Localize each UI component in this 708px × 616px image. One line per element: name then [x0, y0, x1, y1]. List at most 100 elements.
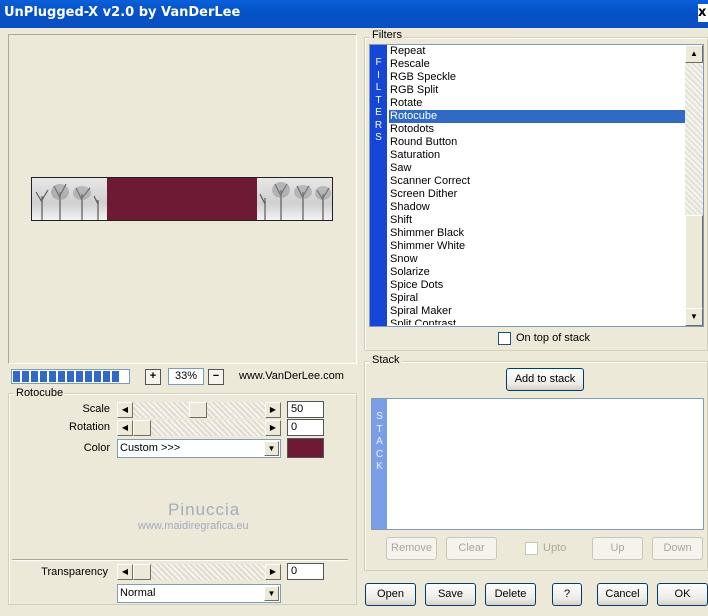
preview-panel	[8, 34, 357, 364]
chevron-down-icon[interactable]: ▼	[264, 441, 279, 456]
remove-button[interactable]: Remove	[386, 537, 437, 560]
filter-list-item[interactable]: Rotodots	[389, 123, 685, 136]
zoom-in-button[interactable]: +	[145, 369, 161, 385]
stack-list[interactable]	[371, 398, 704, 530]
filter-list-item[interactable]: Screen Dither	[389, 188, 685, 201]
progress-bar	[11, 369, 130, 384]
progress-block	[76, 371, 83, 382]
close-icon: x	[698, 5, 707, 20]
chevron-down-icon[interactable]: ▼	[264, 586, 279, 601]
filters-letter: R	[374, 119, 383, 131]
snow-trees-left	[32, 178, 108, 220]
on-top-label: On top of stack	[516, 332, 590, 344]
website-link[interactable]: www.VanDerLee.com	[239, 370, 344, 382]
ok-button[interactable]: OK	[657, 583, 708, 606]
rotation-value[interactable]: 0	[287, 419, 324, 436]
scale-label: Scale	[82, 403, 110, 415]
filters-letter: F	[375, 57, 382, 68]
filters-letter: I	[377, 69, 380, 81]
title-bar[interactable]: UnPlugged-X v2.0 by VanDerLee x	[0, 0, 708, 28]
on-top-checkbox[interactable]	[498, 332, 511, 345]
filter-list-item[interactable]: Round Button	[389, 136, 685, 149]
stack-letter: K	[376, 461, 383, 472]
filter-list[interactable]: Repeat Rescale RGB Speckle RGB Split Rotate R…	[389, 45, 685, 325]
filter-list-item[interactable]: Shift	[389, 214, 685, 227]
zoom-out-button[interactable]: −	[208, 369, 224, 385]
upto-checkbox[interactable]	[525, 542, 538, 555]
down-button[interactable]: Down	[652, 537, 703, 560]
transparency-slider[interactable]: ◀ ▶	[117, 564, 281, 580]
filters-letter: L	[375, 82, 382, 93]
filter-list-item[interactable]: Saw	[389, 162, 685, 175]
blend-mode-value: Normal	[120, 587, 156, 599]
stack-letter: T	[376, 423, 383, 435]
filter-list-item[interactable]: Shimmer White	[389, 240, 685, 253]
filter-list-item[interactable]: Rotate	[389, 97, 685, 110]
progress-block	[103, 371, 110, 382]
save-button[interactable]: Save	[425, 583, 476, 606]
add-to-stack-button[interactable]: Add to stack	[506, 368, 584, 391]
cancel-button[interactable]: Cancel	[597, 583, 648, 606]
filters-vertical-label: FILTERS	[370, 45, 387, 326]
filter-list-item[interactable]: Snow	[389, 253, 685, 266]
window-title: UnPlugged-X v2.0 by VanDerLee	[4, 5, 241, 20]
color-select[interactable]: Custom >>> ▼	[117, 439, 281, 458]
filter-list-item[interactable]: Split Contrast	[389, 318, 685, 325]
tree-icon	[35, 183, 99, 220]
slider-left-icon[interactable]: ◀	[117, 402, 133, 418]
scale-thumb[interactable]	[189, 402, 207, 418]
progress-block	[22, 371, 29, 382]
progress-block	[112, 371, 119, 382]
stack-letter: A	[376, 436, 383, 447]
scroll-thumb[interactable]	[685, 215, 703, 311]
up-button[interactable]: Up	[592, 537, 643, 560]
watermark-name: Pinuccia	[168, 500, 241, 519]
open-button[interactable]: Open	[365, 583, 416, 606]
filter-list-item[interactable]: Shadow	[389, 201, 685, 214]
filter-scrollbar[interactable]: ▲ ▼	[685, 45, 703, 326]
upto-label: Upto	[543, 542, 567, 554]
transparency-thumb[interactable]	[133, 564, 151, 580]
filter-list-item[interactable]: Scanner Correct	[389, 175, 685, 188]
help-button[interactable]: ?	[552, 583, 582, 606]
filter-list-item[interactable]: Spice Dots	[389, 279, 685, 292]
progress-block	[67, 371, 74, 382]
rotation-thumb[interactable]	[133, 420, 151, 436]
filter-list-item[interactable]: RGB Split	[389, 84, 685, 97]
filter-list-item[interactable]: Repeat	[389, 45, 685, 58]
scale-value[interactable]: 50	[287, 401, 324, 418]
slider-right-icon[interactable]: ▶	[265, 564, 281, 580]
filters-group-label: Filters	[370, 29, 404, 41]
clear-button[interactable]: Clear	[446, 537, 497, 560]
slider-left-icon[interactable]: ◀	[117, 420, 133, 436]
filter-list-item[interactable]: Rescale	[389, 58, 685, 71]
scale-slider[interactable]: ◀ ▶	[117, 402, 281, 418]
color-swatch[interactable]	[287, 438, 324, 458]
progress-block	[13, 371, 20, 382]
filter-list-item[interactable]: Spiral	[389, 292, 685, 305]
rotation-slider[interactable]: ◀ ▶	[117, 420, 281, 436]
transparency-value[interactable]: 0	[287, 563, 324, 580]
filters-letter: E	[375, 107, 382, 118]
filter-list-item[interactable]: Shimmer Black	[389, 227, 685, 240]
filter-list-item[interactable]: Solarize	[389, 266, 685, 279]
delete-button[interactable]: Delete	[485, 583, 536, 606]
tree-icon	[259, 182, 331, 220]
progress-block	[85, 371, 92, 382]
scroll-down-icon[interactable]: ▼	[685, 308, 703, 326]
progress-block	[58, 371, 65, 382]
slider-left-icon[interactable]: ◀	[117, 564, 133, 580]
blend-mode-select[interactable]: Normal ▼	[117, 584, 281, 603]
filter-list-item[interactable]: RGB Speckle	[389, 71, 685, 84]
close-button[interactable]: x	[698, 4, 708, 22]
filter-list-item[interactable]: Saturation	[389, 149, 685, 162]
color-select-value: Custom >>>	[120, 442, 181, 454]
filter-list-item[interactable]: Rotocube	[389, 110, 685, 123]
snow-trees-right	[257, 178, 332, 220]
filter-list-item[interactable]: Spiral Maker	[389, 305, 685, 318]
slider-right-icon[interactable]: ▶	[265, 402, 281, 418]
scroll-up-icon[interactable]: ▲	[685, 45, 703, 63]
slider-right-icon[interactable]: ▶	[265, 420, 281, 436]
progress-block	[40, 371, 47, 382]
color-label: Color	[83, 442, 110, 454]
